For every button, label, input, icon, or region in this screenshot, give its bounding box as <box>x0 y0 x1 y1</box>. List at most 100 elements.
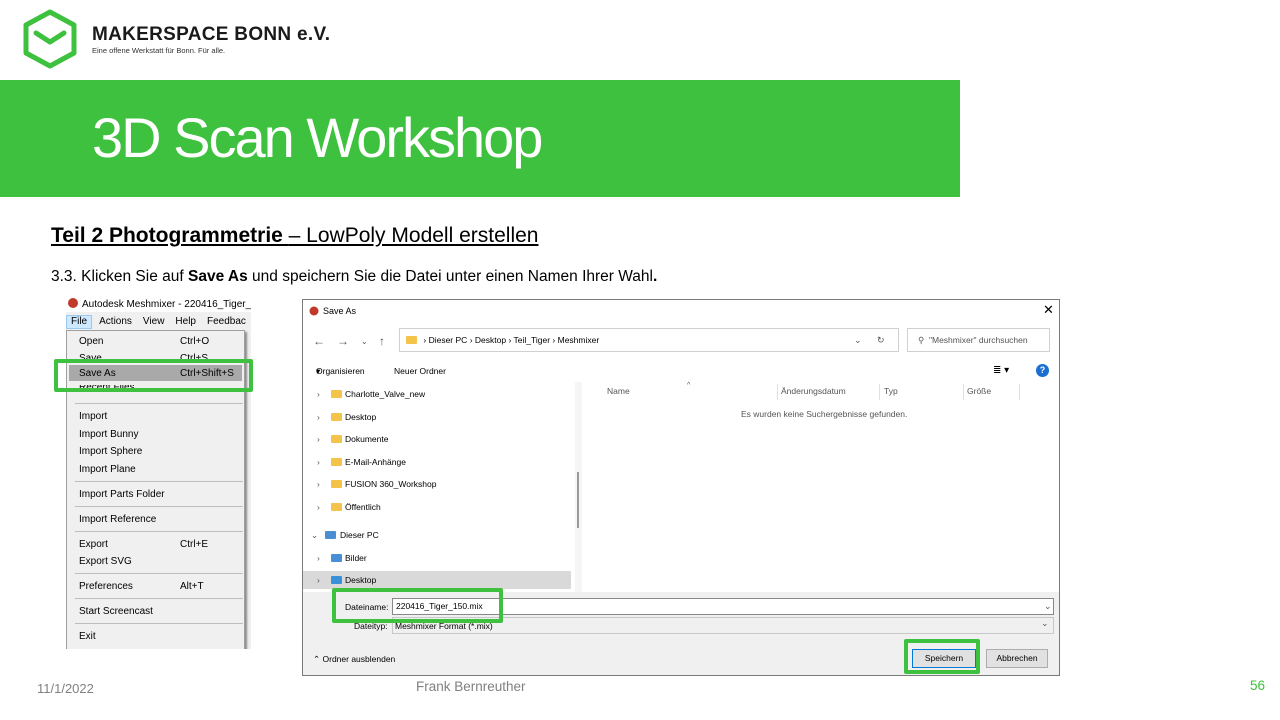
chevron-down-icon[interactable]: ⌄ <box>1041 599 1052 614</box>
instruction-prefix: 3.3. Klicken Sie auf <box>51 268 188 285</box>
chevron-up-icon: ⌃ <box>313 654 321 664</box>
menu-item-start-screencast[interactable]: Start Screencast <box>79 604 239 619</box>
menu-view[interactable]: View <box>139 315 169 329</box>
menu-actions[interactable]: Actions <box>95 315 136 329</box>
recent-locations-chevron-icon[interactable]: ⌄ <box>361 337 368 346</box>
tree-item-label: E-Mail-Anhänge <box>345 457 406 467</box>
chevron-right-icon: › <box>317 479 320 489</box>
new-folder-button[interactable]: Neuer Ordner <box>394 360 446 382</box>
refresh-icon[interactable]: ↻ <box>877 329 885 351</box>
slide-title: 3D Scan Workshop <box>92 106 543 169</box>
address-bar[interactable]: › Dieser PC › Desktop › Teil_Tiger › Mes… <box>399 328 899 352</box>
tree-item-fusion-360-workshop[interactable]: › FUSION 360_Workshop <box>303 475 571 493</box>
column-date[interactable]: Änderungsdatum <box>781 382 846 400</box>
menu-separator <box>75 403 243 404</box>
column-name[interactable]: Name <box>607 382 630 400</box>
meshmixer-title: Autodesk Meshmixer - 220416_Tiger_15( <box>82 299 251 310</box>
menu-item-import[interactable]: Import <box>79 409 239 424</box>
search-placeholder: "Meshmixer" durchsuchen <box>928 335 1028 345</box>
breadcrumb-dieser-pc[interactable]: Dieser PC <box>429 335 468 345</box>
meshmixer-window: Autodesk Meshmixer - 220416_Tiger_15( Fi… <box>66 297 251 649</box>
menu-item-import-reference[interactable]: Import Reference <box>79 512 239 527</box>
tree-item-label: Dieser PC <box>340 530 379 540</box>
tree-item-dieser-pc[interactable]: ⌄ Dieser PC <box>303 526 571 544</box>
menu-item-label: Start Screencast <box>79 606 153 617</box>
filename-callout-box <box>332 588 503 623</box>
menu-item-label: Import Bunny <box>79 429 139 440</box>
column-divider <box>777 384 778 400</box>
menu-item-label: Import Parts Folder <box>79 489 165 500</box>
column-type[interactable]: Typ <box>884 382 898 400</box>
menu-item-exit[interactable]: Exit <box>79 629 239 644</box>
tree-item-dokumente[interactable]: › Dokumente <box>303 430 571 448</box>
menu-item-import-bunny[interactable]: Import Bunny <box>79 427 239 442</box>
menu-item-label: Export SVG <box>79 556 132 567</box>
section-title-rest: – LowPoly Modell erstellen <box>288 224 539 247</box>
folder-icon <box>331 480 342 488</box>
footer-date: 11/1/2022 <box>37 681 94 696</box>
navigation-tree: › Charlotte_Valve_new › Desktop › Dokumente… <box>303 382 571 592</box>
breadcrumb-meshmixer[interactable]: Meshmixer <box>558 335 600 345</box>
meshmixer-app-icon <box>68 298 78 308</box>
cancel-button[interactable]: Abbrechen <box>986 649 1048 668</box>
scrollbar-thumb[interactable] <box>577 472 579 528</box>
menu-item-shortcut: Ctrl+E <box>180 539 209 550</box>
tree-item-desktop[interactable]: › Desktop <box>303 408 571 426</box>
menu-separator <box>75 598 243 599</box>
search-input[interactable]: ⚲ "Meshmixer" durchsuchen <box>907 328 1050 352</box>
chevron-right-icon: › <box>317 502 320 512</box>
chevron-down-icon[interactable]: ⌄ <box>1041 618 1049 629</box>
close-icon[interactable]: ✕ <box>1043 302 1054 318</box>
menu-item-import-plane[interactable]: Import Plane <box>79 462 239 477</box>
chevron-right-icon: › <box>317 457 320 467</box>
instruction-suffix: und speichern Sie die Datei unter einen … <box>247 268 653 285</box>
tree-item-desktop-selected[interactable]: › Desktop <box>303 571 571 589</box>
help-icon[interactable]: ? <box>1036 364 1049 377</box>
dialog-title: Save As <box>323 306 357 316</box>
tree-item-oeffentlich[interactable]: › Öffentlich <box>303 498 571 516</box>
menu-feedback[interactable]: Feedbac <box>203 315 250 329</box>
column-size[interactable]: Größe <box>967 382 991 400</box>
tree-item-label: Bilder <box>345 553 367 563</box>
menu-item-export[interactable]: Export Ctrl+E <box>79 537 239 552</box>
menu-item-import-sphere[interactable]: Import Sphere <box>79 444 239 459</box>
menu-item-shortcut: Alt+T <box>180 581 204 592</box>
meshmixer-title-bar: Autodesk Meshmixer - 220416_Tiger_15( <box>66 297 251 312</box>
view-options-icon[interactable]: ≣ ▾ <box>993 360 1009 382</box>
menu-item-open[interactable]: Open Ctrl+O <box>79 334 239 349</box>
breadcrumb-desktop[interactable]: Desktop <box>475 335 506 345</box>
breadcrumb-teil-tiger[interactable]: Teil_Tiger <box>514 335 551 345</box>
pictures-icon <box>331 554 342 562</box>
menu-item-export-svg[interactable]: Export SVG <box>79 554 239 569</box>
menu-separator <box>75 481 243 482</box>
tree-item-label: Desktop <box>345 412 377 422</box>
up-arrow-icon[interactable]: ↑ <box>379 334 385 348</box>
menu-item-import-parts-folder[interactable]: Import Parts Folder <box>79 487 239 502</box>
section-title: Teil 2 Photogrammetrie – LowPoly Modell … <box>51 224 538 248</box>
chevron-right-icon: › <box>317 553 320 563</box>
org-name: MAKERSPACE BONN e.V. <box>92 24 331 45</box>
tree-item-label: Öffentlich <box>345 502 381 512</box>
tree-scrollbar[interactable] <box>575 382 582 592</box>
folder-icon <box>331 390 342 398</box>
menu-separator <box>75 573 243 574</box>
address-dropdown-icon[interactable]: ⌄ <box>854 329 862 351</box>
menu-file[interactable]: File <box>66 315 93 329</box>
tree-item-bilder[interactable]: › Bilder <box>303 549 571 567</box>
organize-button[interactable]: Organisieren ▾ <box>316 360 365 382</box>
empty-results-text: Es wurden keine Suchergebnisse gefunden. <box>741 409 908 419</box>
forward-arrow-icon[interactable]: → <box>337 334 349 348</box>
instruction-text: 3.3. Klicken Sie auf Save As und speiche… <box>51 268 657 286</box>
back-arrow-icon[interactable]: ← <box>313 334 325 348</box>
menu-help[interactable]: Help <box>171 315 200 329</box>
menu-item-preferences[interactable]: Preferences Alt+T <box>79 579 239 594</box>
search-icon: ⚲ <box>918 335 925 345</box>
tree-item-charlotte-valve[interactable]: › Charlotte_Valve_new <box>303 385 571 403</box>
tree-item-email-anhaenge[interactable]: › E-Mail-Anhänge <box>303 453 571 471</box>
meshmixer-menubar: File Actions View Help Feedbac <box>66 315 251 329</box>
footer-author: Frank Bernreuther <box>416 679 526 694</box>
hide-folders-toggle[interactable]: ⌃ Ordner ausblenden <box>313 654 395 665</box>
tree-item-label: Desktop <box>345 575 377 585</box>
column-divider <box>963 384 964 400</box>
chevron-right-icon: › <box>317 389 320 399</box>
